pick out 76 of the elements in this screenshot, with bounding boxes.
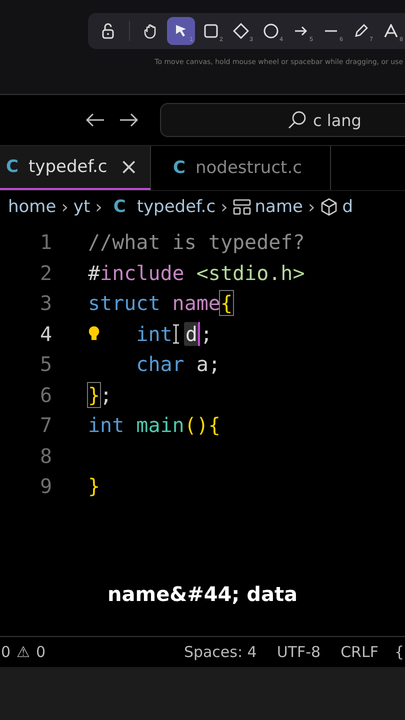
code-token: struct: [88, 291, 162, 316]
error-count[interactable]: 0: [1, 643, 11, 661]
matched-bracket: }: [88, 382, 100, 407]
code-token: ;: [100, 382, 112, 407]
code-token: a;: [196, 352, 220, 376]
tab-label: nodestruct.c: [195, 158, 302, 178]
diamond-icon: [233, 23, 249, 39]
breadcrumb-separator: ›: [61, 196, 68, 218]
pencil-icon: [354, 24, 368, 38]
line-number: 2: [38, 260, 53, 285]
code-token: int: [88, 413, 126, 438]
warning-icon: ⚠: [16, 643, 30, 661]
breadcrumb-separator: ›: [308, 196, 316, 218]
code-token: #: [88, 260, 100, 285]
warning-count[interactable]: 0: [36, 643, 46, 661]
lock-icon: [101, 23, 115, 39]
arrow-icon: [294, 26, 308, 36]
line-number: 1: [38, 230, 53, 254]
back-icon[interactable]: [85, 113, 105, 127]
status-item[interactable]: Spaces: 4: [184, 643, 257, 661]
circle-tool-button[interactable]: 4: [257, 17, 285, 45]
video-caption: name&#44; data: [106, 582, 298, 606]
breadcrumb-item[interactable]: name: [254, 197, 303, 217]
code-token: //what is typedef?: [88, 230, 305, 254]
status-item[interactable]: CRLF: [340, 643, 378, 661]
highlighted-identifier: d: [184, 322, 198, 346]
code-token: ;: [200, 322, 212, 346]
code-token: }: [88, 474, 100, 498]
line-number: 6: [38, 382, 53, 407]
pointer-icon: [175, 24, 187, 38]
code-token: name: [172, 291, 220, 316]
text-cursor-icon: [172, 324, 180, 344]
tab-label: typedef.c: [28, 157, 108, 177]
rectangle-tool-button[interactable]: 2: [197, 17, 225, 45]
line-number: 3: [38, 291, 53, 316]
diamond-tool-button[interactable]: 3: [227, 17, 255, 45]
struct-icon: [232, 199, 251, 215]
status-item[interactable]: {: [394, 643, 404, 661]
line-number: 8: [38, 444, 53, 468]
status-item[interactable]: UTF-8: [276, 643, 321, 661]
circle-icon: [263, 23, 279, 39]
breadcrumb-item[interactable]: yt: [73, 197, 90, 217]
code-token: <stdio.h>: [196, 260, 305, 285]
line-number: 5: [38, 352, 53, 376]
breadcrumb-item[interactable]: home: [8, 197, 56, 217]
breadcrumb-item[interactable]: typedef.c: [136, 197, 216, 217]
c-file-icon: C: [173, 158, 186, 178]
file-tab[interactable]: C typedef.c ×: [0, 146, 151, 190]
c-file-icon: C: [6, 157, 18, 177]
pencil-tool-button[interactable]: 7: [347, 17, 375, 45]
code-token: include: [100, 260, 186, 285]
file-tab[interactable]: C nodestruct.c: [151, 146, 331, 190]
code-token: (){: [184, 413, 220, 438]
rectangle-icon: [204, 24, 218, 38]
line-tool-button[interactable]: 6: [317, 17, 345, 45]
matched-bracket: {: [220, 291, 233, 316]
text-caret: [198, 322, 200, 346]
code-token: char: [135, 352, 186, 376]
cube-icon: [320, 198, 338, 216]
code-token: int: [135, 322, 172, 346]
line-number: 9: [38, 474, 53, 498]
arrow-tool-button[interactable]: 5: [287, 17, 315, 45]
line-number: 7: [38, 413, 53, 438]
line-number: 4: [38, 322, 53, 346]
breadcrumb-separator: ›: [220, 196, 228, 218]
text-tool-icon: [384, 24, 398, 38]
code-token: main: [136, 413, 184, 438]
close-icon[interactable]: ×: [120, 154, 138, 180]
forward-icon[interactable]: [119, 113, 139, 127]
search-icon: [287, 110, 307, 130]
search-field[interactable]: c lang: [160, 103, 405, 137]
breadcrumb-item[interactable]: d: [342, 197, 353, 217]
breadcrumb-separator: ›: [95, 196, 102, 218]
c-file-icon: C: [113, 197, 126, 217]
text-tool-button[interactable]: 8: [377, 17, 405, 45]
line-icon: [324, 29, 338, 33]
